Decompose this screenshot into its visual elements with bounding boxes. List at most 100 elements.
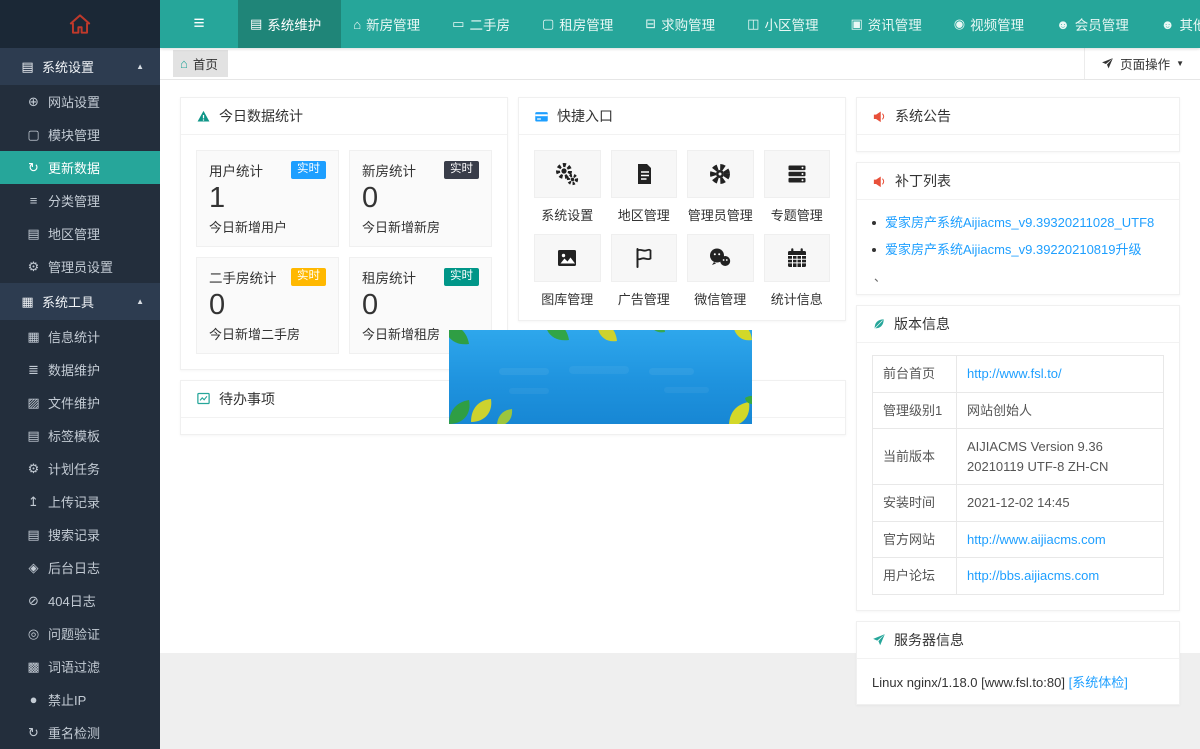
nav-item[interactable]: ☻ 会员管理 (1044, 0, 1149, 48)
nav-item[interactable]: ▢ 租房管理 (530, 0, 633, 48)
server-info-card: 服务器信息 Linux nginx/1.18.0 [www.fsl.to:80]… (856, 621, 1180, 705)
target-icon: ◎ (24, 626, 43, 642)
news-icon: ▣ (850, 16, 862, 32)
sidebar-item[interactable]: ◎ 问题验证 (0, 617, 160, 650)
sidebar-item[interactable]: ▦ 信息统计 (0, 320, 160, 353)
nav-item[interactable]: ▭ 二手房 (440, 0, 530, 48)
version-row-link[interactable]: http://www.fsl.to/ (967, 366, 1062, 381)
sidebar-item[interactable]: ↻ 重名检测 (0, 716, 160, 749)
main-area: ⌂ 首页 页面操作 ▼ 今日数据统计 (160, 48, 1200, 749)
quick-entry-label: 地区管理 (611, 205, 678, 224)
sidebar-item[interactable]: ▨ 文件维护 (0, 386, 160, 419)
quick-entry-item[interactable]: 专题管理 (764, 150, 831, 224)
quick-entry-item[interactable]: 广告管理 (611, 234, 678, 308)
server-info-text: Linux nginx/1.18.0 [www.fsl.to:80] (872, 675, 1065, 690)
sidebar-item[interactable]: ⊘ 404日志 (0, 584, 160, 617)
nav-item[interactable]: ⌂ 新房管理 (341, 0, 440, 48)
leaf-icon (872, 317, 886, 331)
top-nav-items: ▤ 系统维护 ⌂ 新房管理 ▭ 二手房 ▢ 租房管理 (238, 0, 1200, 48)
hamburger-menu-icon[interactable]: ≡ (160, 0, 238, 48)
sidebar-item[interactable]: ◈ 后台日志 (0, 551, 160, 584)
nav-item[interactable]: ▣ 资讯管理 (838, 0, 941, 48)
globe-icon: ⊕ (24, 94, 43, 110)
nav-item-label: 会员管理 (1075, 14, 1129, 34)
patch-list-card: 补丁列表 爱家房产系统Aijiacms_v9.39320211028_UTF8 (856, 162, 1180, 295)
version-table-row: 用户论坛 http://bbs.aijiacms.com http://bbs.… (873, 558, 1164, 595)
version-row-link[interactable]: http://www.aijiacms.com (967, 532, 1106, 547)
sidebar-item[interactable]: ≣ 数据维护 (0, 353, 160, 386)
sidebar-item[interactable]: ▢ 模块管理 (0, 118, 160, 151)
patch-list-item[interactable]: 爱家房产系统Aijiacms_v9.39220210819升级 (872, 236, 1164, 263)
quick-entry-item[interactable]: 地区管理 (611, 150, 678, 224)
patch-link[interactable]: 爱家房产系统Aijiacms_v9.39320211028_UTF8 (885, 209, 1154, 236)
card-title: 快捷入口 (557, 106, 613, 126)
sidebar-item[interactable]: ▤ 标签模板 (0, 419, 160, 452)
sidebar-item-label: 地区管理 (48, 224, 100, 243)
sidebar-item[interactable]: ⊕ 网站设置 (0, 85, 160, 118)
version-table-row: 管理级别1 网站创始人 网站创始人 (873, 392, 1164, 429)
file-icon: ▤ (24, 226, 43, 242)
sidebar-item[interactable]: ↥ 上传记录 (0, 485, 160, 518)
stat-value: 0 (362, 288, 479, 323)
nav-item[interactable]: ◫ 小区管理 (735, 0, 838, 48)
nav-item[interactable]: ⊟ 求购管理 (633, 0, 735, 48)
server-icon (785, 162, 809, 186)
page-actions-dropdown[interactable]: 页面操作 ▼ (1084, 48, 1200, 79)
quick-entry-card: 快捷入口 系统设置 (518, 97, 846, 321)
sidebar-item[interactable]: ⚙ 管理员设置 (0, 250, 160, 283)
warning-triangle-icon (196, 109, 211, 124)
stat-box: 二手房统计 实时 0 今日新增二手房 (196, 257, 339, 354)
quick-entry-item[interactable]: 微信管理 (687, 234, 754, 308)
breadcrumb-home-tab[interactable]: ⌂ 首页 (173, 50, 228, 77)
sidebar-item-label: 管理员设置 (48, 257, 113, 276)
sidebar-item[interactable]: ▤ 系统设置 ▲ (0, 48, 160, 85)
search-log-icon: ▤ (24, 527, 43, 543)
sidebar-item[interactable]: ▤ 搜索记录 (0, 518, 160, 551)
stat-caption: 今日新增用户 (209, 217, 326, 236)
nav-item[interactable]: ▤ 系统维护 (238, 0, 341, 48)
quick-entry-item[interactable]: 管理员管理 (687, 150, 754, 224)
addressbook-icon: ▤ (250, 16, 262, 32)
version-row-value: 2021-12-02 14:45 (967, 495, 1070, 510)
quick-entry-item[interactable]: 系统设置 (534, 150, 601, 224)
patch-list-item[interactable]: 爱家房产系统Aijiacms_v9.39320211028_UTF8 (872, 209, 1164, 236)
top-navbar: ≡ ▤ 系统维护 ⌂ 新房管理 ▭ 二手房 ▢ 租房管理 (160, 0, 1200, 48)
stat-label: 新房统计 (362, 160, 416, 180)
promo-leaf-image (449, 330, 752, 424)
system-check-link[interactable]: [系统体检] (1069, 675, 1128, 690)
credit-card-icon (534, 109, 549, 124)
sidebar-item-label: 计划任务 (48, 459, 100, 478)
card-title: 系统公告 (895, 106, 951, 126)
card-header: 服务器信息 (857, 622, 1179, 659)
sidebar-item[interactable]: ⚙ 计划任务 (0, 452, 160, 485)
version-table: 前台首页 http://www.fsl.to/ http://www.fsl.t… (872, 355, 1164, 595)
calendar-icon (785, 246, 809, 270)
stat-caption: 今日新增二手房 (209, 324, 326, 343)
sidebar-item[interactable]: ▦ 系统工具 ▲ (0, 283, 160, 320)
status-badge: 实时 (444, 268, 479, 286)
sidebar-item[interactable]: ↻ 更新数据 (0, 151, 160, 184)
quick-entry-item[interactable]: 统计信息 (764, 234, 831, 308)
send-icon (1101, 57, 1114, 70)
stat-value: 0 (362, 181, 479, 216)
list-icon: ≡ (24, 193, 43, 208)
sidebar-item-label: 信息统计 (48, 327, 100, 346)
version-row-link[interactable]: http://bbs.aijiacms.com (967, 568, 1099, 583)
quick-entry-grid: 系统设置 地区管理 (519, 135, 845, 320)
sidebar-item[interactable]: ≡ 分类管理 (0, 184, 160, 217)
app-logo[interactable] (0, 0, 160, 48)
patch-link[interactable]: 爱家房产系统Aijiacms_v9.39220210819升级 (885, 236, 1142, 263)
calendar-icon: ▦ (24, 329, 43, 345)
quick-entry-item[interactable]: 图库管理 (534, 234, 601, 308)
database-icon: ≣ (24, 362, 43, 378)
quick-entry-label: 管理员管理 (687, 205, 754, 224)
nav-item[interactable]: ☻ 其他管理dmin ▼ (1149, 0, 1200, 48)
version-row-label: 前台首页 (873, 356, 957, 393)
nav-item[interactable]: ◉ 视频管理 (942, 0, 1044, 48)
card-header: 系统公告 (857, 98, 1179, 135)
module-icon: ▢ (24, 127, 43, 143)
sidebar-menu: ▤ 系统设置 ▲ ⊕ 网站设置 ▢ 模块管理 ↻ 更新数据 (0, 48, 160, 749)
sidebar-item[interactable]: ▩ 词语过滤 (0, 650, 160, 683)
sidebar-item[interactable]: ● 禁止IP (0, 683, 160, 716)
sidebar-item[interactable]: ▤ 地区管理 (0, 217, 160, 250)
